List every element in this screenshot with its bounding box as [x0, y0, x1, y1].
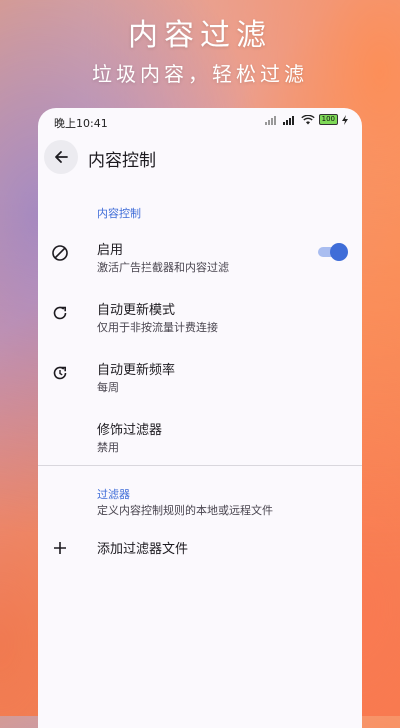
section-header-filters: 过滤器 [97, 488, 130, 501]
setting-auto-update-mode[interactable]: 自动更新模式 仅用于非按流量计费连接 [38, 291, 362, 341]
promo-headline: 内容过滤 [128, 18, 272, 53]
status-time: 晚上10:41 [54, 117, 108, 130]
setting-auto-update-mode-subtitle: 仅用于非按流量计费连接 [97, 321, 218, 334]
setting-auto-update-frequency-subtitle: 每周 [97, 381, 119, 394]
promo-subline: 垃圾内容，轻松过滤 [92, 62, 308, 86]
page-title: 内容控制 [88, 151, 156, 171]
status-bar: 晚上10:41 100 [38, 108, 362, 134]
setting-auto-update-frequency[interactable]: 自动更新频率 每周 [38, 351, 362, 401]
block-icon [51, 244, 69, 262]
back-button[interactable] [44, 140, 78, 174]
enable-toggle[interactable] [318, 243, 348, 261]
setting-enable-title: 启用 [97, 243, 124, 258]
setting-filter-modifier-title: 修饰过滤器 [97, 423, 163, 438]
setting-enable-subtitle: 激活广告拦截器和内容过滤 [97, 261, 229, 274]
battery-icon: 100 [318, 114, 338, 125]
signal-icon-2 [282, 115, 294, 125]
setting-auto-update-mode-title: 自动更新模式 [97, 303, 176, 318]
setting-enable[interactable]: 启用 激活广告拦截器和内容过滤 [38, 231, 362, 281]
wifi-icon [300, 114, 315, 124]
add-filter-file-label: 添加过滤器文件 [97, 542, 189, 557]
add-icon [51, 539, 69, 557]
signal-icon [264, 115, 276, 125]
filters-description: 定义内容控制规则的本地或远程文件 [97, 504, 273, 517]
setting-filter-modifier[interactable]: 修饰过滤器 禁用 [38, 411, 362, 461]
section-divider [38, 465, 362, 466]
toggle-thumb [330, 243, 348, 261]
refresh-icon [51, 304, 69, 322]
status-icons: 100 [264, 114, 348, 125]
setting-filter-modifier-subtitle: 禁用 [97, 441, 119, 454]
app-bar: 内容控制 [38, 136, 362, 178]
add-filter-file-button[interactable]: 添加过滤器文件 [38, 526, 362, 576]
history-icon [51, 364, 69, 382]
arrow-back-icon [55, 151, 68, 163]
setting-auto-update-frequency-title: 自动更新频率 [97, 363, 176, 378]
phone-screen: 晚上10:41 100 内容控制 内容控制 启用 激活广告拦截器和内容过滤 自动… [38, 108, 362, 728]
section-header-content-control: 内容控制 [97, 207, 141, 220]
charging-icon [342, 114, 348, 125]
